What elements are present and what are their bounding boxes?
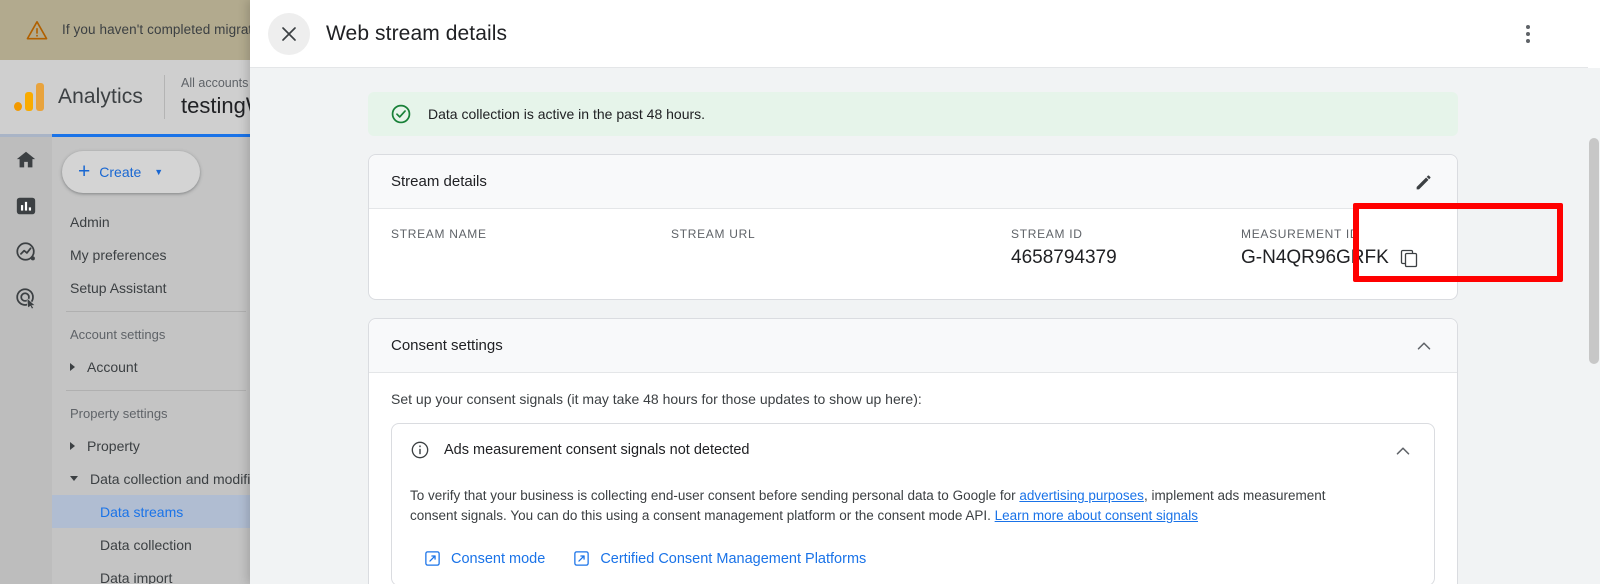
chevron-down-icon: [70, 476, 78, 481]
field-value: G-N4QR96GRFK: [1241, 247, 1389, 268]
sidebar-item-label: Data collection and modific: [90, 470, 258, 487]
close-button[interactable]: [268, 12, 310, 55]
screen-root: If you haven't completed migration acces…: [0, 0, 1600, 584]
consent-settings-card-header[interactable]: Consent settings: [369, 319, 1457, 373]
notice-action-links: Consent mode Certified Consent Managemen…: [410, 550, 1414, 567]
external-link-icon: [574, 551, 590, 566]
admin-nav-list: Admin My preferences Setup Assistant Acc…: [52, 205, 260, 584]
field-value: [671, 247, 1011, 273]
dialog-header: Web stream details: [250, 0, 1600, 68]
field-value: 4658794379: [1011, 247, 1117, 268]
field-label: STREAM URL: [671, 227, 756, 241]
advertising-target-icon[interactable]: [13, 285, 39, 311]
field-stream-url: STREAM URL: [671, 227, 1011, 273]
explore-icon[interactable]: [13, 239, 39, 265]
dialog-scrollbar-track[interactable]: [1588, 68, 1600, 584]
dialog-body: Data collection is active in the past 48…: [250, 68, 1600, 584]
sidebar-divider: [66, 311, 246, 312]
stream-details-card: Stream details STREAM NAME STREAM URL ST…: [368, 154, 1563, 300]
sidebar-item-data-collection[interactable]: Data collection: [52, 528, 260, 561]
create-button[interactable]: + Create ▼: [62, 151, 200, 193]
measurement-id-value-row: G-N4QR96GRFK: [1241, 247, 1471, 269]
sidebar-section-account-settings: Account settings: [52, 318, 260, 350]
chevron-down-icon: ▼: [154, 167, 164, 177]
sidebar-item-account[interactable]: Account: [52, 350, 260, 383]
chevron-up-icon[interactable]: [1392, 440, 1414, 462]
sidebar-item-data-collection-and-modification[interactable]: Data collection and modific: [52, 462, 260, 495]
sidebar-item-admin[interactable]: Admin: [52, 205, 260, 238]
content-column: Data collection is active in the past 48…: [368, 92, 1563, 584]
three-dot-menu-icon[interactable]: [1516, 22, 1540, 46]
info-circle-icon: [411, 441, 429, 459]
sidebar-section-property-settings: Property settings: [52, 397, 260, 429]
field-value: [391, 247, 671, 273]
field-label: STREAM NAME: [391, 227, 487, 241]
consent-settings-body: Set up your consent signals (it may take…: [369, 373, 1457, 584]
sidebar-divider: [66, 390, 246, 391]
dialog-header-right-edge: [1588, 0, 1600, 68]
chevron-up-icon[interactable]: [1413, 335, 1435, 357]
plus-icon: +: [78, 160, 91, 183]
sidebar-item-label: Setup Assistant: [70, 279, 167, 296]
warning-triangle-icon: [26, 21, 48, 40]
sidebar-item-label: Property: [87, 437, 140, 454]
field-stream-name: STREAM NAME: [391, 227, 671, 273]
sidebar-item-label: Admin: [70, 213, 110, 230]
ads-consent-notice: Ads measurement consent signals not dete…: [391, 423, 1435, 584]
create-button-label: Create: [99, 164, 142, 180]
external-link-icon: [425, 551, 440, 566]
sidebar-item-my-preferences[interactable]: My preferences: [52, 238, 260, 271]
chevron-right-icon: [70, 362, 75, 371]
sidebar-item-data-streams[interactable]: Data streams: [52, 495, 260, 528]
certified-cmp-link[interactable]: Certified Consent Management Platforms: [573, 550, 866, 567]
learn-more-consent-signals-link[interactable]: Learn more about consent signals: [995, 508, 1198, 523]
notice-body-text: To verify that your business is collecti…: [410, 486, 1370, 526]
advertising-purposes-link[interactable]: advertising purposes: [1019, 488, 1144, 503]
consent-lead-text: Set up your consent signals (it may take…: [391, 391, 922, 407]
notice-body-part1: To verify that your business is collecti…: [410, 488, 1020, 503]
chevron-right-icon: [70, 441, 75, 450]
sidebar-item-property[interactable]: Property: [52, 429, 260, 462]
consent-settings-card: Consent settings Set up your consent sig…: [368, 318, 1458, 584]
status-banner-text: Data collection is active in the past 48…: [428, 106, 706, 122]
sidebar-section-label: Property settings: [70, 405, 168, 421]
field-label: MEASUREMENT ID: [1241, 227, 1360, 241]
sidebar-item-data-import[interactable]: Data import: [52, 561, 260, 584]
home-icon[interactable]: [13, 147, 39, 173]
sidebar-item-label: Data import: [100, 569, 173, 584]
sidebar-section-label: Account settings: [70, 326, 166, 342]
consent-mode-link[interactable]: Consent mode: [424, 550, 545, 567]
stream-details-title: Stream details: [391, 173, 487, 190]
check-circle-icon: [391, 104, 411, 124]
notice-header: Ads measurement consent signals not dete…: [410, 440, 1414, 462]
stream-details-card-header: Stream details: [369, 155, 1457, 209]
dialog-title: Web stream details: [326, 21, 508, 45]
consent-settings-title: Consent settings: [391, 337, 503, 354]
reports-bar-chart-icon[interactable]: [13, 193, 39, 219]
field-stream-id: STREAM ID 4658794379: [1011, 227, 1241, 273]
admin-sidebar: + Create ▼ Admin My preferences Setup As…: [52, 134, 260, 584]
sidebar-item-label: My preferences: [70, 246, 167, 263]
dialog-scrollbar-thumb[interactable]: [1589, 138, 1599, 364]
analytics-wordmark: Analytics: [58, 85, 143, 108]
field-measurement-id: MEASUREMENT ID G-N4QR96GRFK: [1241, 227, 1471, 273]
copy-icon[interactable]: [1399, 248, 1419, 268]
link-label: Consent mode: [451, 550, 546, 567]
sidebar-item-label: Account: [87, 358, 138, 375]
analytics-brand[interactable]: Analytics: [0, 83, 160, 111]
data-collection-status-banner: Data collection is active in the past 48…: [368, 92, 1458, 136]
sidebar-item-label: Data streams: [100, 503, 184, 520]
link-label: Certified Consent Management Platforms: [600, 550, 867, 567]
primary-nav-rail: [0, 134, 52, 584]
header-divider: [164, 75, 165, 119]
sidebar-item-label: Data collection: [100, 536, 192, 553]
stream-details-fields: STREAM NAME STREAM URL STREAM ID 4658794…: [369, 203, 1563, 299]
close-x-icon: [282, 26, 296, 41]
google-analytics-logo: [14, 83, 44, 111]
pencil-edit-icon[interactable]: [1413, 171, 1435, 193]
notice-title: Ads measurement consent signals not dete…: [444, 442, 750, 458]
sidebar-item-setup-assistant[interactable]: Setup Assistant: [52, 271, 260, 304]
field-label: STREAM ID: [1011, 227, 1083, 241]
web-stream-details-dialog: Web stream details Data collection is ac…: [250, 0, 1600, 584]
